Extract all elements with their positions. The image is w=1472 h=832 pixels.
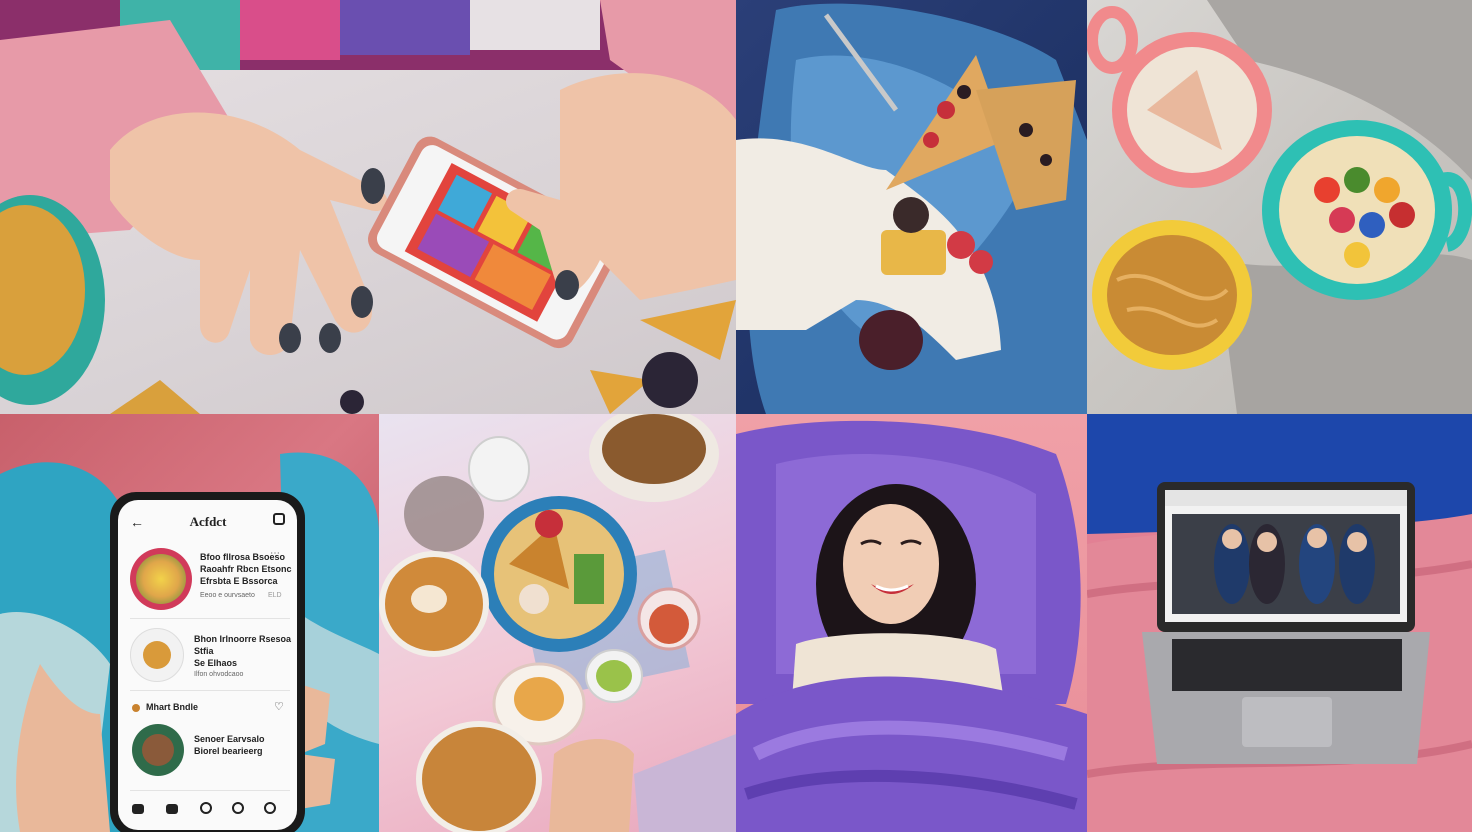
item-subtitle: Biorel bearieerg bbox=[194, 746, 263, 756]
scattered-chip bbox=[640, 300, 736, 360]
item-title[interactable]: Senoer Earvsalo bbox=[194, 734, 292, 744]
hand bbox=[549, 739, 634, 832]
laptop-on-bed-illustration bbox=[1087, 414, 1472, 832]
share-icon[interactable] bbox=[273, 513, 285, 525]
smartphone: ← Acfdct Bfoo fllrosa Bsoeso Raoahfr Rbc… bbox=[110, 492, 305, 832]
divider bbox=[130, 790, 290, 791]
left-hand bbox=[110, 112, 388, 355]
dish-thumbnail[interactable] bbox=[130, 548, 192, 610]
trackpad[interactable] bbox=[1242, 697, 1332, 747]
item-subtitle: Raoahfr Rbcn Etsonc bbox=[200, 564, 292, 574]
hands-phone-illustration bbox=[0, 0, 736, 414]
blanket-snacks-illustration bbox=[736, 3, 1087, 414]
item-meta: Ilfon ohvodcaoo bbox=[194, 671, 244, 678]
phone-screen: ← Acfdct Bfoo fllrosa Bsoeso Raoahfr Rbc… bbox=[118, 500, 297, 830]
more-icon[interactable]: ⋯ bbox=[270, 548, 280, 559]
tile-food-table-overhead bbox=[379, 414, 736, 832]
tile-laptop-on-bed bbox=[1087, 414, 1472, 832]
tile-woman-smiling-in-bed bbox=[736, 414, 1087, 832]
section-label: Mhart Bndle bbox=[146, 702, 199, 712]
search-icon[interactable] bbox=[232, 802, 244, 814]
smiling-face bbox=[843, 504, 939, 624]
keyboard[interactable] bbox=[1172, 639, 1402, 691]
home-icon[interactable] bbox=[132, 804, 144, 814]
tile-snacks-on-blue-blanket bbox=[736, 0, 1087, 414]
tile-hand-holding-phone-app: ← Acfdct Bfoo fllrosa Bsoeso Raoahfr Rbc… bbox=[0, 414, 379, 832]
item-title[interactable]: Bhon Irlnoorre Rsesoa bbox=[194, 634, 292, 644]
camera-icon[interactable] bbox=[200, 802, 212, 814]
back-arrow-icon[interactable]: ← bbox=[130, 514, 144, 530]
tile-hands-scrolling-phone bbox=[0, 0, 736, 414]
photo-collage: ← Acfdct Bfoo fllrosa Bsoeso Raoahfr Rbc… bbox=[0, 0, 1472, 832]
section-icon bbox=[132, 704, 140, 712]
purple-blanket bbox=[736, 676, 1087, 832]
item-subtitle: Se Elhaos bbox=[194, 658, 238, 668]
snack-bowls-illustration bbox=[1087, 0, 1472, 414]
divider bbox=[130, 690, 290, 691]
nail-polish bbox=[361, 168, 385, 204]
dish-thumbnail[interactable] bbox=[132, 724, 184, 776]
berries bbox=[642, 352, 698, 408]
divider bbox=[130, 618, 290, 619]
dish-thumbnail[interactable] bbox=[130, 628, 184, 682]
item-count: ELD bbox=[268, 592, 282, 599]
heart-icon[interactable]: ♡ bbox=[274, 700, 284, 713]
item-meta: Eeoo e ourvsaeto bbox=[200, 592, 255, 599]
item-subtitle: Stfia bbox=[194, 646, 214, 656]
jam-jar bbox=[859, 310, 923, 370]
item-subtitle: Efrsbta E Bssorca bbox=[200, 576, 278, 586]
app-title: Acfdct bbox=[189, 514, 227, 529]
woman-in-bed-illustration bbox=[736, 420, 1087, 832]
feed-icon[interactable] bbox=[166, 804, 178, 814]
tile-bowls-of-snacks bbox=[1087, 0, 1472, 414]
food-table-illustration bbox=[379, 414, 736, 832]
profile-icon[interactable] bbox=[264, 802, 276, 814]
tea-glass bbox=[416, 721, 542, 832]
